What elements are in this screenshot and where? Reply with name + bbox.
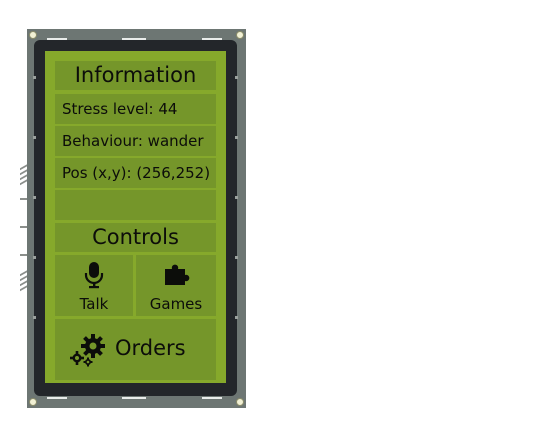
screw-icon xyxy=(29,398,37,406)
empty-info-row xyxy=(55,190,216,220)
stress-level-label: Stress level: 44 xyxy=(55,94,216,124)
gears-icon xyxy=(70,334,105,367)
microphone-icon xyxy=(84,262,104,289)
information-heading: Information xyxy=(55,61,216,90)
device-frame: Information Stress level: 44 Behaviour: … xyxy=(27,29,246,408)
talk-button[interactable]: Talk xyxy=(55,255,133,316)
screen-panel: Information Stress level: 44 Behaviour: … xyxy=(45,51,226,383)
screw-icon xyxy=(29,31,37,39)
screw-icon xyxy=(236,398,244,406)
talk-label: Talk xyxy=(79,295,109,313)
behaviour-label: Behaviour: wander xyxy=(55,126,216,156)
orders-button[interactable]: Orders xyxy=(55,319,216,380)
screw-icon xyxy=(236,31,244,39)
screen-bezel: Information Stress level: 44 Behaviour: … xyxy=(33,40,238,396)
controls-heading: Controls xyxy=(55,223,216,252)
position-label: Pos (x,y): (256,252) xyxy=(55,158,216,188)
games-label: Games xyxy=(149,295,203,313)
puzzle-piece-icon xyxy=(165,264,190,285)
orders-label: Orders xyxy=(115,336,186,360)
games-button[interactable]: Games xyxy=(136,255,216,316)
